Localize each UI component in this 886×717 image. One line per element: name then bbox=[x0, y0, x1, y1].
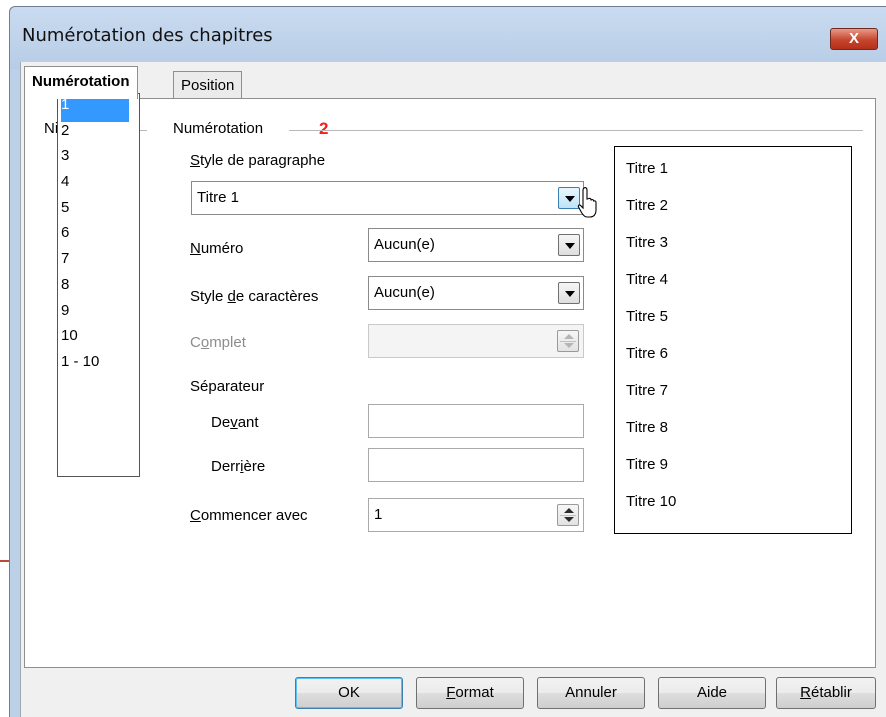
reset-button[interactable]: Rétablir bbox=[776, 677, 876, 709]
list-item[interactable]: 5 bbox=[61, 199, 136, 225]
preview-line: Titre 9 bbox=[626, 456, 668, 473]
preview-line: Titre 7 bbox=[626, 382, 668, 399]
preview-line: Titre 6 bbox=[626, 345, 668, 362]
close-button[interactable]: X bbox=[830, 28, 878, 50]
preview-line: Titre 10 bbox=[626, 493, 677, 510]
level-list[interactable]: 1 2 3 4 5 6 7 8 9 10 1 - 10 bbox=[57, 93, 140, 477]
cancel-button[interactable]: Annuler bbox=[537, 677, 645, 709]
paragraph-style-select[interactable]: Titre 1 bbox=[191, 181, 584, 215]
list-item[interactable]: 9 bbox=[61, 302, 136, 328]
ok-button[interactable]: OK bbox=[295, 677, 403, 709]
numbering-group-line bbox=[289, 130, 863, 131]
char-style-label: Style de caractères bbox=[190, 288, 319, 305]
list-item[interactable]: 1 - 10 bbox=[61, 353, 136, 379]
list-item[interactable]: 7 bbox=[61, 250, 136, 276]
preview-line: Titre 4 bbox=[626, 271, 668, 288]
preview-line: Titre 2 bbox=[626, 197, 668, 214]
number-select[interactable]: Aucun(e) bbox=[368, 228, 584, 262]
list-item[interactable]: 3 bbox=[61, 147, 136, 173]
paragraph-style-label: Style de paragraphe bbox=[190, 152, 326, 169]
before-label: Devant bbox=[211, 414, 259, 431]
complete-label: Complet bbox=[190, 334, 246, 351]
list-item[interactable]: 10 bbox=[61, 327, 136, 353]
numbering-group-title: Numérotation bbox=[173, 120, 264, 137]
start-at-stepper[interactable]: 1 bbox=[368, 498, 584, 532]
after-label: Derrière bbox=[211, 458, 266, 475]
number-label: Numéro bbox=[190, 240, 244, 257]
dialog-window: Numérotation des chapitres X Numérotatio… bbox=[9, 6, 886, 717]
before-input[interactable] bbox=[368, 404, 584, 438]
dialog-title: Numérotation des chapitres bbox=[22, 25, 273, 46]
preview-line: Titre 1 bbox=[626, 160, 668, 177]
close-icon: X bbox=[848, 30, 859, 47]
after-input[interactable] bbox=[368, 448, 584, 482]
spinner-icon bbox=[557, 330, 579, 352]
spinner-icon[interactable] bbox=[557, 504, 579, 526]
hand-cursor-icon bbox=[577, 187, 597, 218]
numbering-preview: Titre 1 Titre 2 Titre 3 Titre 4 Titre 5 … bbox=[614, 146, 852, 534]
chevron-down-icon[interactable] bbox=[558, 234, 580, 256]
list-item[interactable]: 1 bbox=[61, 96, 129, 122]
list-item[interactable]: 8 bbox=[61, 276, 136, 302]
number-value: Aucun(e) bbox=[374, 236, 435, 253]
char-style-value: Aucun(e) bbox=[374, 284, 435, 301]
annotation-marker-2: 2 bbox=[319, 119, 329, 138]
list-item[interactable]: 2 bbox=[61, 122, 136, 148]
start-at-value: 1 bbox=[374, 506, 383, 523]
format-button[interactable]: Format bbox=[416, 677, 524, 709]
paragraph-style-value: Titre 1 bbox=[197, 189, 239, 206]
help-button[interactable]: Aide bbox=[658, 677, 766, 709]
separator-heading: Séparateur bbox=[190, 378, 265, 395]
char-style-select[interactable]: Aucun(e) bbox=[368, 276, 584, 310]
preview-line: Titre 8 bbox=[626, 419, 668, 436]
list-item[interactable]: 4 bbox=[61, 173, 136, 199]
title-bar[interactable]: Numérotation des chapitres X bbox=[10, 7, 886, 69]
preview-line: Titre 5 bbox=[626, 308, 668, 325]
complete-field bbox=[368, 324, 584, 358]
chevron-down-icon[interactable] bbox=[558, 282, 580, 304]
tab-numerotation[interactable]: Numérotation bbox=[24, 66, 138, 99]
start-at-label: Commencer avec bbox=[190, 507, 308, 524]
list-item[interactable]: 6 bbox=[61, 224, 136, 250]
preview-line: Titre 3 bbox=[626, 234, 668, 251]
tab-position[interactable]: Position bbox=[173, 71, 243, 99]
